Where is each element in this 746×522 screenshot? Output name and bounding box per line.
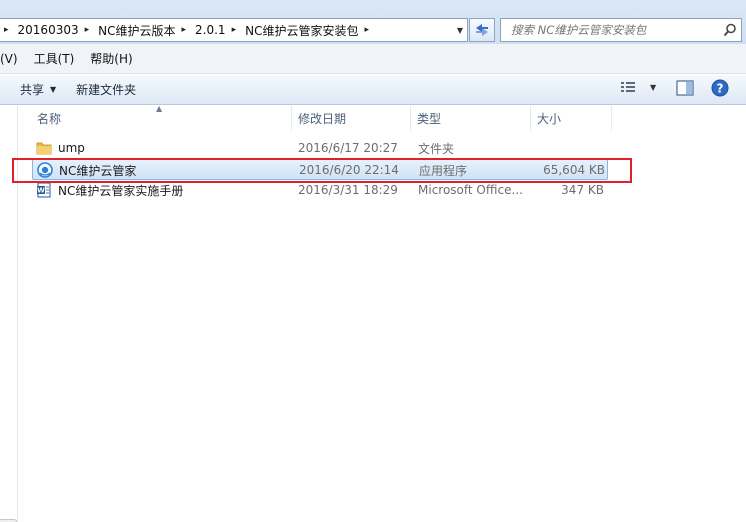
file-row[interactable]: ump 2016/6/17 20:27 文件夹 [32, 138, 608, 159]
column-label: 修改日期 [298, 112, 347, 126]
file-type: 文件夹 [418, 141, 455, 156]
file-row[interactable]: W NC维护云管家实施手册 2016/3/31 18:29 Microsoft … [32, 180, 608, 201]
address-row: ▸ 20160303 ▸ NC维护云版本 ▸ 2.0.1 ▸ NC维护云管家安装… [0, 0, 746, 44]
breadcrumb-chevron-icon[interactable]: ▸ [228, 25, 244, 35]
file-size: 347 KB [561, 183, 604, 197]
file-date: 2016/6/17 20:27 [298, 141, 398, 155]
breadcrumb-chevron-icon[interactable]: ▸ [360, 25, 376, 35]
preview-pane-button[interactable] [676, 80, 694, 99]
word-document-icon: W [36, 182, 52, 198]
file-name-cell: W NC维护云管家实施手册 [36, 180, 183, 200]
svg-text:W: W [37, 187, 45, 195]
menu-view[interactable]: (V) [0, 52, 26, 66]
svg-text:?: ? [717, 82, 724, 96]
column-header-size[interactable]: 大小 [531, 106, 611, 131]
breadcrumb-item[interactable]: 20160303 [16, 23, 81, 37]
column-header-date[interactable]: 修改日期 [292, 106, 410, 131]
refresh-button[interactable] [469, 18, 495, 42]
address-history-dropdown-icon[interactable]: ▼ [457, 26, 463, 35]
search-icon[interactable] [719, 23, 741, 37]
menu-tools[interactable]: 工具(T) [26, 50, 83, 67]
new-folder-button[interactable]: 新建文件夹 [66, 81, 146, 98]
chevron-down-icon[interactable]: ▼ [650, 83, 656, 92]
file-name: NC维护云管家实施手册 [58, 183, 184, 198]
breadcrumb-chevron-icon[interactable]: ▸ [81, 25, 97, 35]
file-name: ump [58, 141, 85, 155]
file-name-cell: ump [36, 138, 85, 158]
share-label: 共享 [20, 83, 45, 97]
menu-help[interactable]: 帮助(H) [82, 50, 140, 67]
column-header-name[interactable]: 名称 [31, 106, 291, 131]
column-header-type[interactable]: 类型 [411, 106, 529, 131]
column-label: 名称 [37, 112, 62, 126]
breadcrumb-item[interactable]: NC维护云版本 [96, 22, 177, 39]
file-type: Microsoft Office... [418, 183, 523, 197]
search-input[interactable] [501, 20, 719, 40]
preview-pane-icon [676, 80, 694, 96]
refresh-icon [476, 24, 488, 36]
file-size [528, 138, 604, 158]
change-view-button[interactable]: ▼ [620, 80, 656, 94]
address-bar[interactable]: ▸ 20160303 ▸ NC维护云版本 ▸ 2.0.1 ▸ NC维护云管家安装… [0, 18, 468, 42]
breadcrumb-chevron-icon[interactable]: ▸ [0, 25, 16, 35]
share-button[interactable]: 共享 ▼ [0, 81, 66, 98]
chevron-down-icon: ▼ [50, 85, 57, 94]
folder-icon [36, 140, 52, 156]
help-icon: ? [711, 79, 729, 97]
file-date: 2016/3/31 18:29 [298, 183, 398, 197]
search-box[interactable] [500, 18, 742, 42]
new-folder-label: 新建文件夹 [76, 83, 137, 97]
breadcrumb-chevron-icon[interactable]: ▸ [178, 25, 194, 35]
column-label: 类型 [417, 112, 442, 126]
breadcrumb-item[interactable]: 2.0.1 [193, 23, 228, 37]
details-view-icon [621, 82, 635, 92]
breadcrumb-item[interactable]: NC维护云管家安装包 [243, 22, 360, 39]
highlight-annotation-box [12, 158, 632, 183]
menu-bar: (V) 工具(T) 帮助(H) [0, 44, 746, 74]
column-label: 大小 [537, 112, 562, 126]
help-button[interactable]: ? [711, 79, 729, 100]
column-divider[interactable] [611, 106, 612, 131]
